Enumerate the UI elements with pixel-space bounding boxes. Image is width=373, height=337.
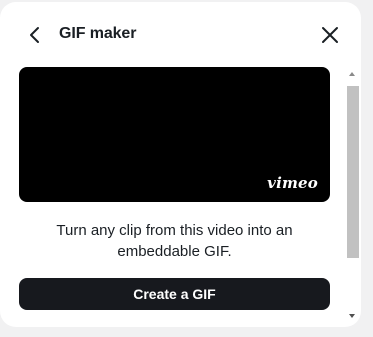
scroll-down-arrow-icon[interactable] [349, 314, 355, 318]
close-icon [322, 27, 338, 43]
vimeo-logo: vimeo [267, 174, 318, 192]
gif-maker-panel: GIF maker vimeo Turn any clip from this … [0, 2, 361, 327]
page-title: GIF maker [59, 25, 137, 42]
panel-header: GIF maker [0, 2, 361, 66]
scrollbar[interactable] [345, 68, 359, 326]
create-gif-button[interactable]: Create a GIF [19, 278, 330, 310]
back-button[interactable] [24, 24, 46, 46]
close-button[interactable] [320, 25, 340, 45]
video-preview[interactable]: vimeo [19, 67, 330, 202]
scroll-up-arrow-icon[interactable] [349, 72, 355, 76]
chevron-left-icon [30, 27, 39, 43]
description-text: Turn any clip from this video into an em… [56, 222, 293, 260]
scroll-thumb[interactable] [347, 86, 359, 258]
